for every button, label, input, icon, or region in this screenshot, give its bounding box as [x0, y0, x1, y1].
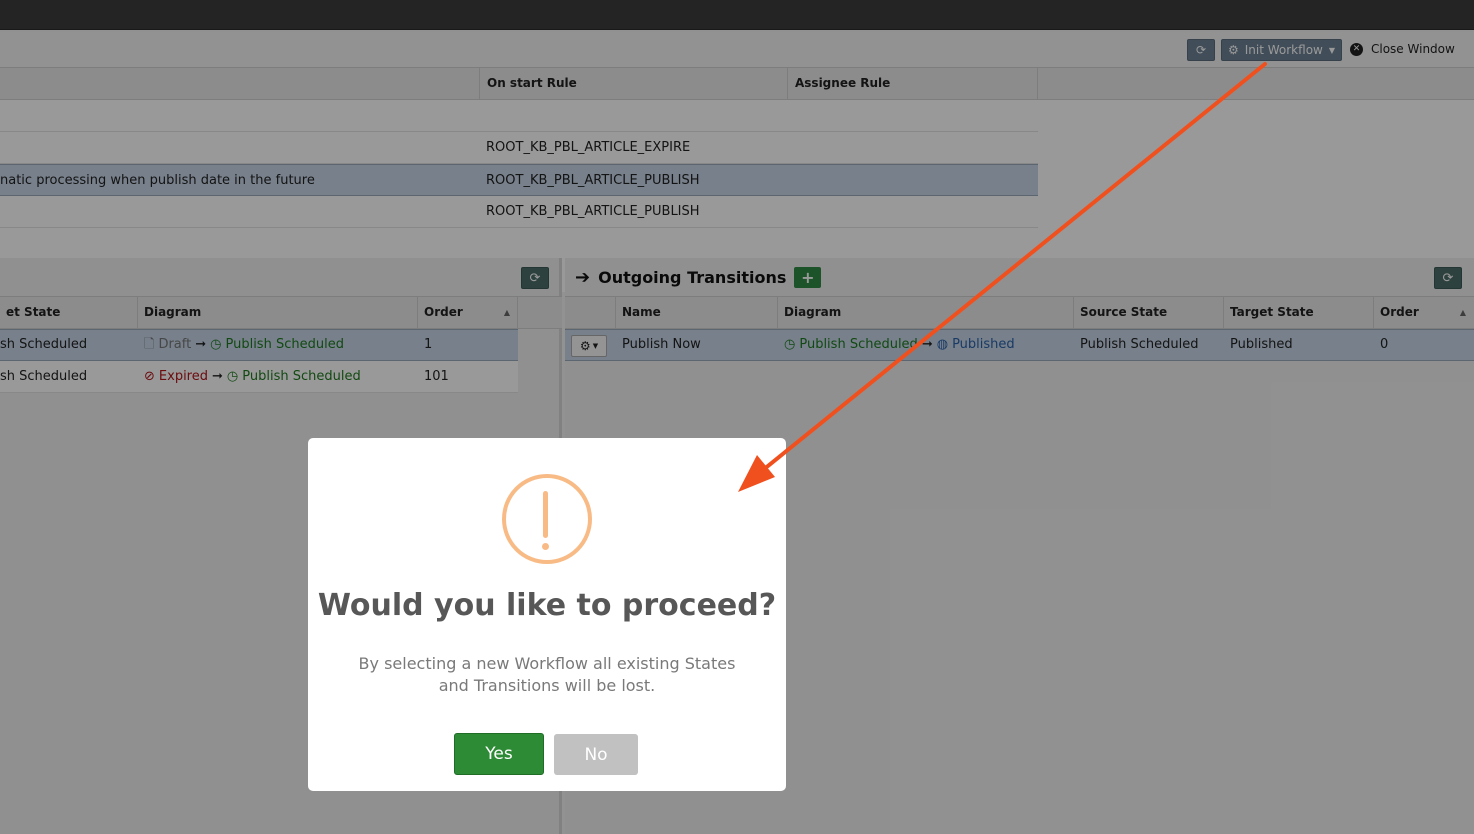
warning-icon — [502, 474, 592, 564]
no-button[interactable]: No — [554, 734, 638, 775]
confirm-dialog: Would you like to proceed? By selecting … — [308, 438, 786, 791]
yes-button[interactable]: Yes — [454, 733, 544, 775]
dialog-message: By selecting a new Workflow all existing… — [358, 654, 736, 695]
dialog-title: Would you like to proceed? — [317, 588, 777, 623]
